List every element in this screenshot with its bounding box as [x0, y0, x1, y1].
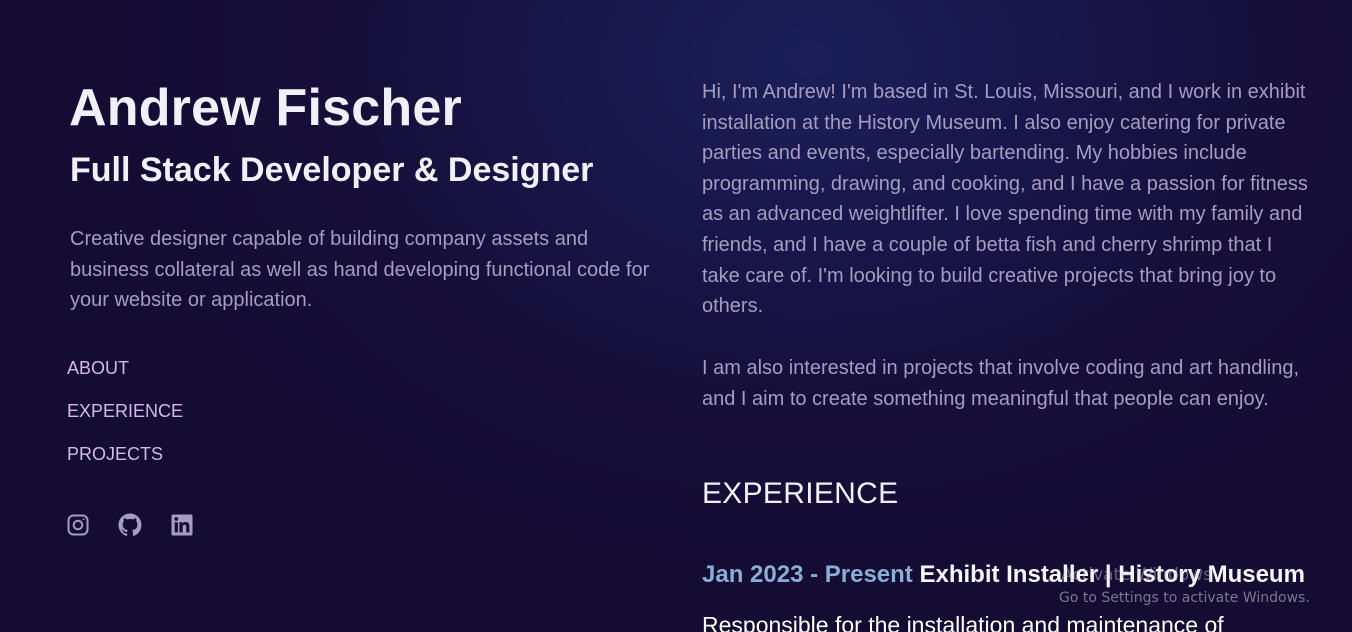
profile-column: Andrew Fischer Full Stack Developer & De… — [66, 0, 678, 632]
profile-name: Andrew Fischer — [69, 79, 462, 137]
watermark-subtitle: Go to Settings to activate Windows. — [1059, 590, 1310, 606]
profile-role: Full Stack Developer & Designer — [70, 151, 594, 189]
nav-link-experience[interactable]: EXPERIENCE — [67, 400, 183, 443]
watermark-title: Activate Windows — [1061, 565, 1212, 585]
about-paragraph: I am also interested in projects that in… — [702, 357, 1300, 410]
instagram-icon[interactable] — [66, 513, 90, 537]
content-column: Hi, I'm Andrew! I'm based in St. Louis, … — [702, 0, 1308, 632]
social-links — [66, 513, 194, 537]
section-nav: ABOUT EXPERIENCE PROJECTS — [67, 357, 183, 486]
windows-activation-watermark: Activate Windows Go to Settings to activ… — [1059, 565, 1310, 608]
profile-tagline: Creative designer capable of building co… — [70, 228, 650, 311]
about-paragraph: Hi, I'm Andrew! I'm based in St. Louis, … — [702, 81, 1308, 318]
job-dates: Jan 2023 - Present — [702, 561, 913, 588]
github-icon[interactable] — [118, 513, 142, 537]
nav-link-projects[interactable]: PROJECTS — [67, 443, 183, 486]
job-description: Responsible for the installation and mai… — [702, 612, 1224, 632]
nav-link-about[interactable]: ABOUT — [67, 357, 183, 400]
experience-heading: EXPERIENCE — [702, 477, 899, 510]
linkedin-icon[interactable] — [170, 513, 194, 537]
